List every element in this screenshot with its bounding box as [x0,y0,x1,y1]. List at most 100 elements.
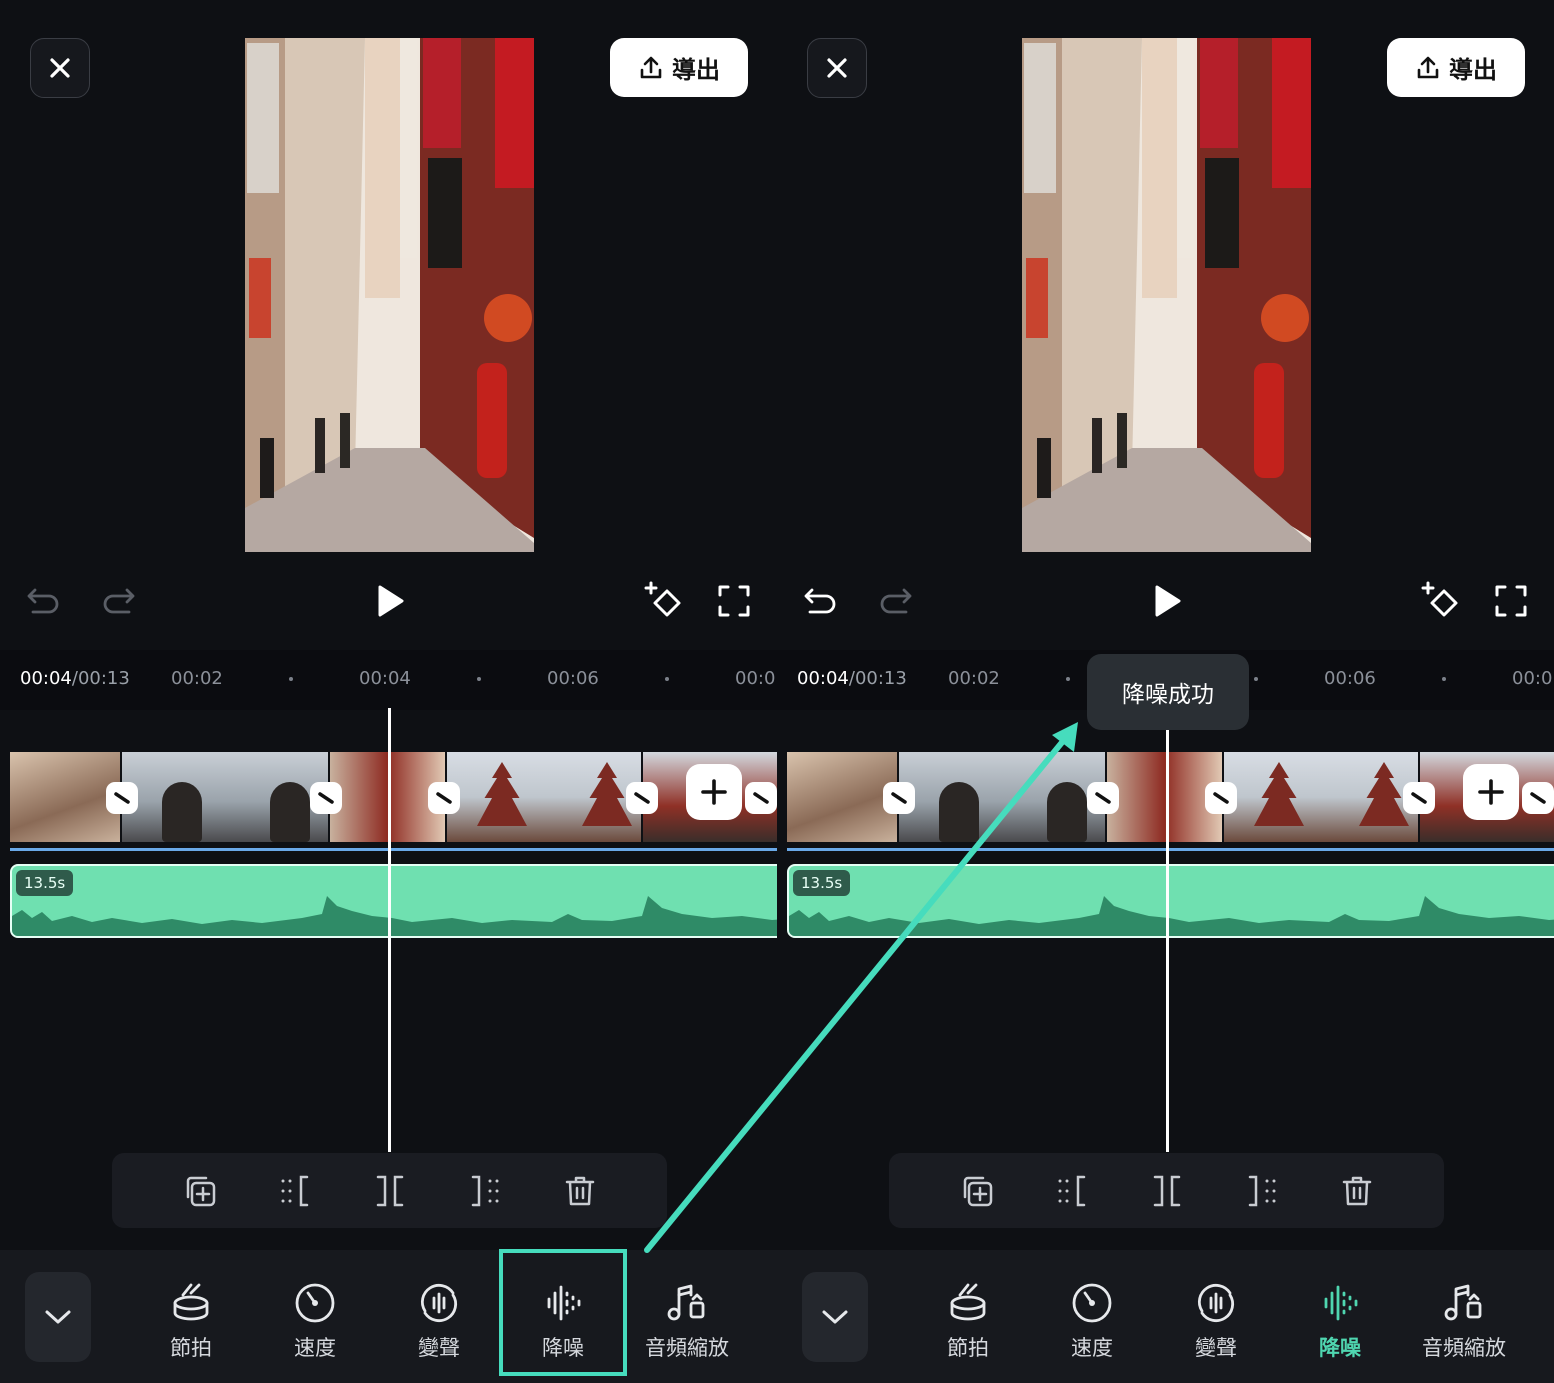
transition-button[interactable] [745,782,777,814]
copy-icon [963,1176,992,1206]
transition-icon [436,792,452,804]
fullscreen-icon [718,585,750,617]
transition-icon [1213,792,1229,804]
fullscreen-button[interactable] [1488,578,1534,624]
total-time: /00:13 [71,668,130,689]
success-toast: 降噪成功 [1087,654,1249,730]
playhead[interactable] [1166,730,1169,1152]
transition-icon [891,792,907,804]
trim-left-icon [281,1175,308,1206]
transition-icon [1411,792,1427,804]
transition-button[interactable] [310,782,342,814]
transition-button[interactable] [1403,782,1435,814]
street-scene-image [1022,38,1311,552]
undo-button[interactable] [797,578,843,624]
delete-button[interactable] [560,1171,600,1211]
highlight-box [499,1249,627,1376]
video-preview [1022,38,1311,552]
play-button[interactable] [367,578,413,624]
tool-audio-scale[interactable]: 音頻縮放 [632,1278,742,1368]
copy-button[interactable] [957,1171,997,1211]
split-button[interactable] [1147,1171,1187,1211]
trim-right-button[interactable] [1242,1171,1282,1211]
tick-dot [1254,677,1258,681]
keyframe-button[interactable] [1419,578,1465,624]
trim-left-button[interactable] [1052,1171,1092,1211]
trim-right-button[interactable] [465,1171,505,1211]
tick-label: 00:02 [948,668,1000,689]
transition-button[interactable] [106,782,138,814]
transition-button[interactable] [428,782,460,814]
transition-button[interactable] [626,782,658,814]
transition-button[interactable] [1087,782,1119,814]
edit-toolbar [889,1153,1444,1228]
tick-dot [1442,677,1446,681]
tool-beat[interactable]: 節拍 [913,1278,1023,1368]
clip-thumbnail[interactable] [10,752,120,842]
add-clip-button[interactable] [1463,764,1519,820]
clip-thumbnail[interactable] [899,752,1105,842]
close-button[interactable] [807,38,867,98]
undo-icon [27,588,59,614]
tool-speed[interactable]: 速度 [260,1278,370,1368]
tool-voice-change[interactable]: 變聲 [384,1278,494,1368]
trash-icon [1342,1176,1371,1205]
close-button[interactable] [30,38,90,98]
editor-panel-before: 導出 00:04/00:13 00:02 00:04 00:06 00:0 13… [0,0,777,1383]
clip-thumbnail[interactable] [447,752,641,842]
split-button[interactable] [370,1171,410,1211]
tool-label: 降噪 [1319,1336,1361,1360]
transition-icon [1530,792,1546,804]
audio-duration-badge: 13.5s [793,870,851,896]
tick-dot [477,677,481,681]
fullscreen-button[interactable] [711,578,757,624]
tool-label: 變聲 [418,1336,460,1360]
keyframe-icon [1421,581,1458,617]
beat-icon [943,1278,993,1328]
tool-label: 節拍 [947,1336,989,1360]
tool-label: 節拍 [170,1336,212,1360]
transition-button[interactable] [1522,782,1554,814]
clip-thumbnail[interactable] [122,752,328,842]
tool-noise-reduction[interactable]: 降噪 [1285,1278,1395,1368]
fullscreen-icon [1495,585,1527,617]
trim-left-button[interactable] [275,1171,315,1211]
tool-beat[interactable]: 節拍 [136,1278,246,1368]
transition-button[interactable] [1205,782,1237,814]
audio-scale-icon [1439,1278,1489,1328]
audio-track[interactable] [10,864,777,938]
tool-speed[interactable]: 速度 [1037,1278,1147,1368]
keyframe-button[interactable] [642,578,688,624]
playhead[interactable] [388,708,391,1152]
export-button[interactable]: 導出 [1387,38,1525,97]
tool-audio-scale[interactable]: 音頻縮放 [1409,1278,1519,1368]
transition-icon [753,792,769,804]
audio-waveform [12,896,777,936]
collapse-button[interactable] [802,1272,868,1362]
tick-dot [1066,677,1070,681]
tool-voice-change[interactable]: 變聲 [1161,1278,1271,1368]
collapse-button[interactable] [25,1272,91,1362]
audio-duration-badge: 13.5s [16,870,74,896]
clip-thumbnail[interactable] [787,752,897,842]
transition-button[interactable] [883,782,915,814]
export-button[interactable]: 導出 [610,38,748,97]
undo-button[interactable] [20,578,66,624]
redo-icon [103,588,135,614]
beat-icon [166,1278,216,1328]
audio-track[interactable] [787,864,1554,938]
delete-button[interactable] [1337,1171,1377,1211]
transition-icon [634,792,650,804]
tick-label: 00:0 [735,668,776,689]
edit-toolbar [112,1153,667,1228]
redo-button[interactable] [96,578,142,624]
copy-button[interactable] [180,1171,220,1211]
add-clip-button[interactable] [686,764,742,820]
clip-thumbnail[interactable] [1224,752,1418,842]
undo-icon [804,588,836,614]
close-icon [827,58,847,78]
export-label: 導出 [672,56,720,84]
speed-icon [290,1278,340,1328]
redo-button[interactable] [873,578,919,624]
play-button[interactable] [1144,578,1190,624]
